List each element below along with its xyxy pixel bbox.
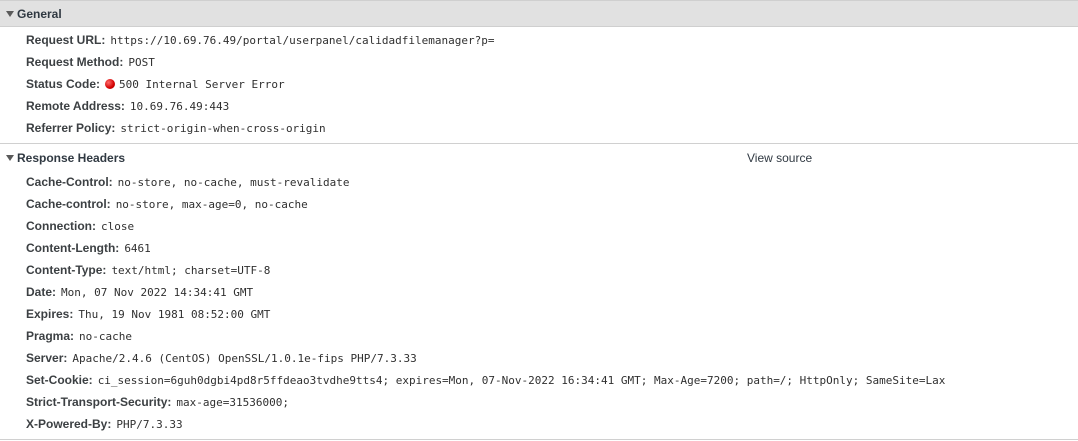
header-key: Request URL:: [26, 33, 106, 47]
header-value: no-store, max-age=0, no-cache: [115, 197, 308, 211]
header-key: Cache-Control:: [26, 175, 113, 189]
triangle-down-icon: [6, 155, 14, 161]
response-header-row: Date: Mon, 07 Nov 2022 14:34:41 GMT: [0, 281, 1078, 303]
header-value: Apache/2.4.6 (CentOS) OpenSSL/1.0.1e-fip…: [72, 351, 417, 365]
triangle-down-icon: [6, 11, 14, 17]
bottom-divider: [0, 439, 1078, 440]
header-key: Set-Cookie:: [26, 373, 93, 387]
general-row-remote-address: Remote Address: 10.69.76.49:443: [0, 95, 1078, 117]
header-key: Expires:: [26, 307, 74, 321]
header-value: POST: [128, 55, 155, 69]
header-key: Cache-control:: [26, 197, 111, 211]
response-header-row: Expires: Thu, 19 Nov 1981 08:52:00 GMT: [0, 303, 1078, 325]
header-key: Status Code:: [26, 77, 101, 91]
response-headers-section-body: Cache-Control: no-store, no-cache, must-…: [0, 171, 1078, 435]
header-key: Content-Length:: [26, 241, 120, 255]
header-value: https://10.69.76.49/portal/userpanel/cal…: [110, 33, 495, 47]
header-value: no-cache: [79, 329, 133, 343]
header-value: Thu, 19 Nov 1981 08:52:00 GMT: [78, 307, 271, 321]
response-header-row: Server: Apache/2.4.6 (CentOS) OpenSSL/1.…: [0, 347, 1078, 369]
header-key: Server:: [26, 351, 68, 365]
response-header-row: Strict-Transport-Security: max-age=31536…: [0, 391, 1078, 413]
header-key: Connection:: [26, 219, 96, 233]
header-value: ci_session=6guh0dgbi4pd8r5ffdeao3tvdhe9t…: [97, 373, 946, 387]
header-value: text/html; charset=UTF-8: [111, 263, 271, 277]
response-header-row: X-Powered-By: PHP/7.3.33: [0, 413, 1078, 435]
header-key: Remote Address:: [26, 99, 125, 113]
general-section-body: Request URL: https://10.69.76.49/portal/…: [0, 27, 1078, 143]
response-header-row: Content-Type: text/html; charset=UTF-8: [0, 259, 1078, 281]
header-value: 6461: [124, 241, 151, 255]
header-value: close: [101, 219, 135, 233]
response-header-row: Content-Length: 6461: [0, 237, 1078, 259]
header-key: X-Powered-By:: [26, 417, 112, 431]
status-error-dot-icon: [105, 79, 116, 89]
header-key: Date:: [26, 285, 57, 299]
header-value: 500 Internal Server Error: [119, 77, 285, 91]
general-title: General: [17, 6, 62, 21]
response-header-row: Pragma: no-cache: [0, 325, 1078, 347]
header-key: Content-Type:: [26, 263, 107, 277]
header-key: Pragma:: [26, 329, 75, 343]
general-row-request-method: Request Method: POST: [0, 51, 1078, 73]
header-value: strict-origin-when-cross-origin: [120, 121, 326, 135]
header-value: no-store, no-cache, must-revalidate: [117, 175, 350, 189]
header-value: 10.69.76.49:443: [129, 99, 230, 113]
response-header-row: Connection: close: [0, 215, 1078, 237]
response-header-row: Cache-Control: no-store, no-cache, must-…: [0, 171, 1078, 193]
general-row-request-url: Request URL: https://10.69.76.49/portal/…: [0, 29, 1078, 51]
general-row-referrer-policy: Referrer Policy: strict-origin-when-cros…: [0, 117, 1078, 139]
header-key: Request Method:: [26, 55, 124, 69]
general-section-header[interactable]: General: [0, 0, 1078, 27]
header-key: Strict-Transport-Security:: [26, 395, 172, 409]
response-header-row: Set-Cookie: ci_session=6guh0dgbi4pd8r5ff…: [0, 369, 1078, 391]
response-header-row: Cache-control: no-store, max-age=0, no-c…: [0, 193, 1078, 215]
view-source-link[interactable]: View source: [747, 151, 812, 165]
response-headers-section-header[interactable]: Response Headers View source: [0, 143, 1078, 171]
general-row-status-code: Status Code: 500 Internal Server Error: [0, 73, 1078, 95]
response-headers-title: Response Headers: [17, 150, 126, 165]
header-key: Referrer Policy:: [26, 121, 116, 135]
header-value: max-age=31536000;: [176, 395, 289, 409]
header-value: Mon, 07 Nov 2022 14:34:41 GMT: [61, 285, 254, 299]
header-value: PHP/7.3.33: [116, 417, 183, 431]
